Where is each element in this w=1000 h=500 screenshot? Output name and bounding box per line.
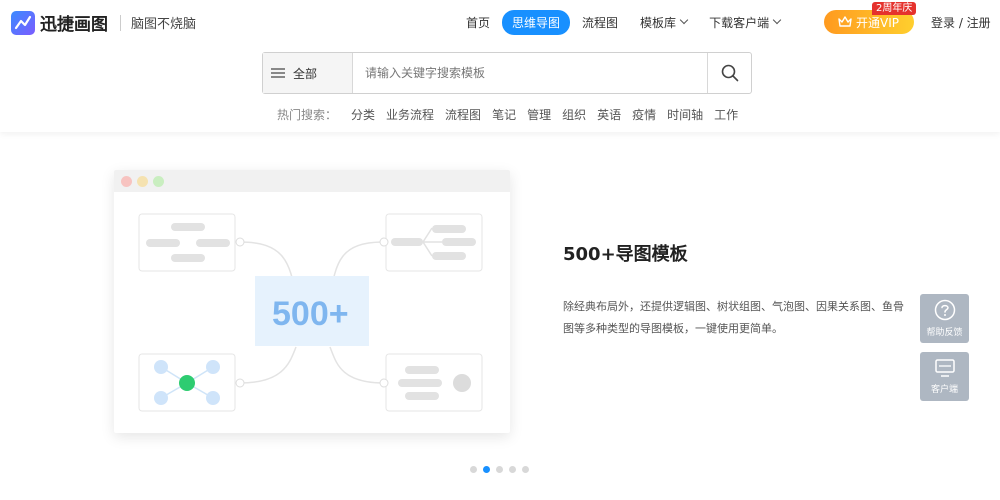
nav-item-download[interactable]: 下载客户端 <box>709 14 782 31</box>
window-dot-icon <box>137 175 148 187</box>
hot-search-term[interactable]: 英语 <box>597 106 621 123</box>
nav-item-label: 模板库 <box>640 15 677 30</box>
hot-search-term[interactable]: 业务流程 <box>386 106 434 123</box>
brand-logo[interactable]: 迅捷画图 脑图不烧脑 <box>11 10 196 35</box>
search-scope-label: 全部 <box>293 66 318 81</box>
nav-item-label: 流程图 <box>582 15 619 30</box>
help-feedback-button[interactable]: 帮助反馈 <box>920 294 969 343</box>
hot-search-term[interactable]: 笔记 <box>492 106 516 123</box>
nav-item-mindmap[interactable]: 思维导图 <box>502 9 571 35</box>
question-icon <box>934 299 955 321</box>
anniversary-badge: 2周年庆 <box>872 2 917 15</box>
nav-item-label: 下载客户端 <box>709 15 770 30</box>
carousel-dot[interactable] <box>509 466 516 473</box>
hot-search-term[interactable]: 组织 <box>562 106 586 123</box>
carousel-dot[interactable] <box>522 466 529 473</box>
nav-item-label: 思维导图 <box>512 15 561 30</box>
crown-icon <box>838 16 852 27</box>
vip-label: 开通VIP <box>856 15 899 30</box>
main-nav: 首页 思维导图 流程图 模板库 下载客户端 <box>466 9 802 35</box>
site-header: 迅捷画图 脑图不烧脑 首页 思维导图 流程图 模板库 下载客户端 开通VIP 2… <box>0 0 1000 132</box>
green-node-icon <box>179 375 195 391</box>
search-icon <box>721 64 738 82</box>
banner-title: 500+导图模板 <box>563 244 688 265</box>
login-register-link[interactable]: 登录 / 注册 <box>931 14 991 31</box>
preview-window-bar <box>114 170 510 192</box>
hot-search-term[interactable]: 疫情 <box>632 106 656 123</box>
carousel-dot[interactable] <box>470 466 477 473</box>
chevron-down-icon <box>772 15 782 25</box>
search-input[interactable] <box>353 53 707 93</box>
client-download-button[interactable]: 客户端 <box>920 352 969 401</box>
chevron-down-icon <box>679 15 689 25</box>
brand-name: 迅捷画图 <box>40 15 108 35</box>
search-scope-dropdown[interactable]: 全部 <box>263 53 353 93</box>
carousel-dot[interactable] <box>496 466 503 473</box>
nav-item-label: 首页 <box>466 15 491 30</box>
carousel-pagination <box>470 466 535 473</box>
window-dot-icon <box>153 175 164 187</box>
search-button[interactable] <box>707 53 751 93</box>
help-feedback-label: 帮助反馈 <box>926 328 963 338</box>
hot-search-label: 热门搜索： <box>277 108 338 122</box>
search-bar: 全部 <box>262 52 752 94</box>
hot-search-term[interactable]: 流程图 <box>445 106 481 123</box>
hot-search-term[interactable]: 分类 <box>351 106 375 123</box>
mindmap-illustration: 500+ <box>138 213 483 412</box>
nav-item-home[interactable]: 首页 <box>466 14 490 31</box>
template-preview-illustration[interactable]: 500+ <box>114 170 510 433</box>
hot-search: 热门搜索： 分类 业务流程 流程图 笔记 管理 组织 英语 疫情 时间轴 工作 <box>277 106 749 123</box>
hot-search-term[interactable]: 工作 <box>714 106 738 123</box>
carousel-dot-active[interactable] <box>483 466 490 473</box>
brand-divider <box>120 14 121 31</box>
menu-icon <box>271 68 285 78</box>
logo-icon <box>11 10 35 35</box>
window-dot-icon <box>121 175 132 187</box>
hot-search-term[interactable]: 时间轴 <box>667 106 703 123</box>
preview-badge-text: 500+ <box>272 295 349 333</box>
hot-search-term[interactable]: 管理 <box>527 106 551 123</box>
monitor-icon <box>934 359 955 377</box>
nav-item-flowchart[interactable]: 流程图 <box>582 14 618 31</box>
client-label: 客户端 <box>930 385 958 395</box>
nav-item-templates[interactable]: 模板库 <box>640 14 689 31</box>
banner-description: 除经典布局外，还提供逻辑图、树状组图、气泡图、因果关系图、鱼骨图等多种类型的导图… <box>563 300 904 335</box>
brand-slogan: 脑图不烧脑 <box>131 17 197 32</box>
